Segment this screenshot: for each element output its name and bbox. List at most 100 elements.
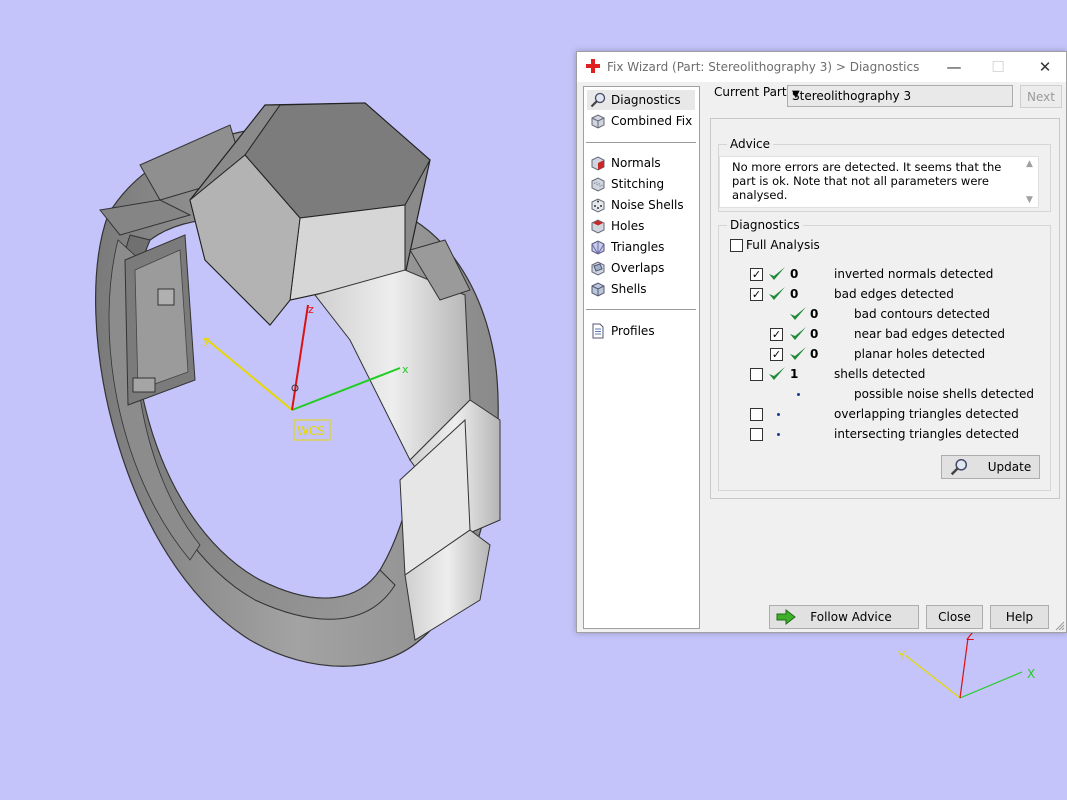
next-button[interactable]: Next	[1020, 85, 1062, 108]
intersecting-triangles-checkbox[interactable]	[750, 428, 763, 441]
near-bad-edges-checkbox[interactable]: ✓	[770, 328, 783, 341]
next-button-label: Next	[1027, 89, 1055, 104]
close-button-label: Close	[938, 610, 971, 624]
red-face-cube-icon	[591, 156, 605, 171]
wcs-axis-y-label: y	[203, 334, 210, 347]
full-analysis-checkbox[interactable]	[730, 239, 743, 252]
nav-separator	[586, 309, 696, 310]
nav-item-overlaps[interactable]: Overlaps	[587, 258, 695, 278]
nav-label: Noise Shells	[611, 198, 684, 212]
nav-label: Stitching	[611, 177, 665, 191]
resize-grip-icon[interactable]	[1055, 621, 1065, 631]
noise-shells-label: possible noise shells detected	[854, 387, 1035, 401]
nav-label: Shells	[611, 282, 647, 296]
current-part-select[interactable]: Stereolithography 3 ▼	[787, 85, 1013, 107]
planar-holes-count: 0	[810, 347, 819, 361]
nav-item-holes[interactable]: Holes	[587, 216, 695, 236]
green-check-icon	[769, 267, 785, 280]
wcs-axis-x-label: x	[402, 363, 409, 376]
pending-dot-icon	[777, 413, 780, 416]
follow-advice-button[interactable]: Follow Advice	[769, 605, 919, 629]
green-check-icon	[790, 327, 806, 340]
nav-item-stitching[interactable]: Stitching	[587, 174, 695, 194]
hole-cube-icon	[591, 219, 605, 234]
view-orientation-triad: X Y Z	[897, 629, 1035, 699]
dialog-titlebar[interactable]: Fix Wizard (Part: Stereolithography 3) >…	[577, 52, 1066, 82]
maximize-button[interactable]: ☐	[975, 52, 1021, 82]
close-button[interactable]: Close	[926, 605, 983, 629]
shell-cube-icon	[591, 282, 605, 297]
planar-holes-checkbox[interactable]: ✓	[770, 348, 783, 361]
wizard-nav: Diagnostics Combined Fix Normals Stitchi…	[583, 86, 700, 629]
overlap-cube-icon	[591, 261, 605, 276]
close-window-button[interactable]: ✕	[1022, 52, 1067, 82]
green-check-icon	[790, 347, 806, 360]
shells-label: shells detected	[834, 367, 926, 381]
nav-item-combined-fix[interactable]: Combined Fix	[587, 111, 695, 131]
diagnostics-title: Diagnostics	[730, 218, 800, 232]
overlapping-triangles-label: overlapping triangles detected	[834, 407, 1019, 421]
shells-checkbox[interactable]	[750, 368, 763, 381]
green-check-icon	[769, 287, 785, 300]
nav-label: Overlaps	[611, 261, 665, 275]
nav-item-noise-shells[interactable]: Noise Shells	[587, 195, 695, 215]
nav-label: Combined Fix	[611, 114, 693, 128]
document-icon	[592, 323, 604, 339]
bad-edges-checkbox[interactable]: ✓	[750, 288, 763, 301]
advice-title: Advice	[730, 137, 771, 151]
advice-text: No more errors are detected. It seems th…	[732, 160, 1002, 202]
pending-dot-icon	[777, 433, 780, 436]
wcs-axis-z-label: z	[308, 303, 314, 316]
scroll-up-icon[interactable]: ▲	[1026, 159, 1033, 169]
ring-model	[95, 102, 501, 667]
dialog-title: Fix Wizard (Part: Stereolithography 3) >…	[607, 60, 920, 74]
nav-label: Holes	[611, 219, 645, 233]
help-button[interactable]: Help	[990, 605, 1049, 629]
planar-holes-label: planar holes detected	[854, 347, 986, 361]
overlapping-triangles-checkbox[interactable]	[750, 408, 763, 421]
bad-contours-count: 0	[810, 307, 819, 321]
nav-item-shells[interactable]: Shells	[587, 279, 695, 299]
nav-item-triangles[interactable]: Triangles	[587, 237, 695, 257]
full-analysis-label: Full Analysis	[746, 238, 820, 252]
green-arrow-icon	[776, 609, 796, 625]
inverted-normals-checkbox[interactable]: ✓	[750, 268, 763, 281]
update-button[interactable]: Update	[941, 455, 1040, 479]
current-part-label: Current Part:	[714, 85, 791, 99]
chevron-down-icon: ▼	[792, 89, 800, 100]
triangles-cube-icon	[591, 240, 605, 255]
triad-y-label: Y	[897, 649, 906, 663]
nav-item-normals[interactable]: Normals	[587, 153, 695, 173]
pending-dot-icon	[797, 393, 800, 396]
near-bad-edges-label: near bad edges detected	[854, 327, 1005, 341]
follow-advice-label: Follow Advice	[810, 610, 892, 624]
bad-edges-label: bad edges detected	[834, 287, 954, 301]
inverted-normals-count: 0	[790, 267, 799, 281]
inverted-normals-label: inverted normals detected	[834, 267, 994, 281]
dice-icon	[591, 198, 605, 213]
nav-item-profiles[interactable]: Profiles	[587, 321, 695, 341]
fix-wizard-dialog: Fix Wizard (Part: Stereolithography 3) >…	[576, 51, 1067, 633]
advice-textbox[interactable]: No more errors are detected. It seems th…	[719, 156, 1039, 208]
green-check-icon	[769, 367, 785, 380]
help-button-label: Help	[1005, 610, 1034, 624]
stitch-cube-icon	[591, 177, 605, 192]
advice-scrollbar[interactable]: ▲ ▼	[1022, 157, 1038, 207]
bad-edges-count: 0	[790, 287, 799, 301]
nav-item-diagnostics[interactable]: Diagnostics	[587, 90, 695, 110]
near-bad-edges-count: 0	[810, 327, 819, 341]
shells-count: 1	[790, 367, 799, 381]
scroll-down-icon[interactable]: ▼	[1026, 195, 1033, 205]
nav-label: Triangles	[611, 240, 665, 254]
cube-icon	[591, 114, 605, 129]
close-icon: ✕	[1038, 58, 1052, 76]
minimize-button[interactable]: —	[931, 52, 977, 82]
maximize-icon: ☐	[991, 58, 1005, 76]
nav-label: Diagnostics	[611, 93, 681, 107]
red-cross-icon	[586, 59, 600, 73]
magnifier-icon	[590, 92, 606, 108]
green-check-icon	[790, 307, 806, 320]
magnifier-icon	[950, 458, 967, 476]
update-button-label: Update	[987, 460, 1032, 474]
wcs-label: WCS	[297, 424, 325, 438]
